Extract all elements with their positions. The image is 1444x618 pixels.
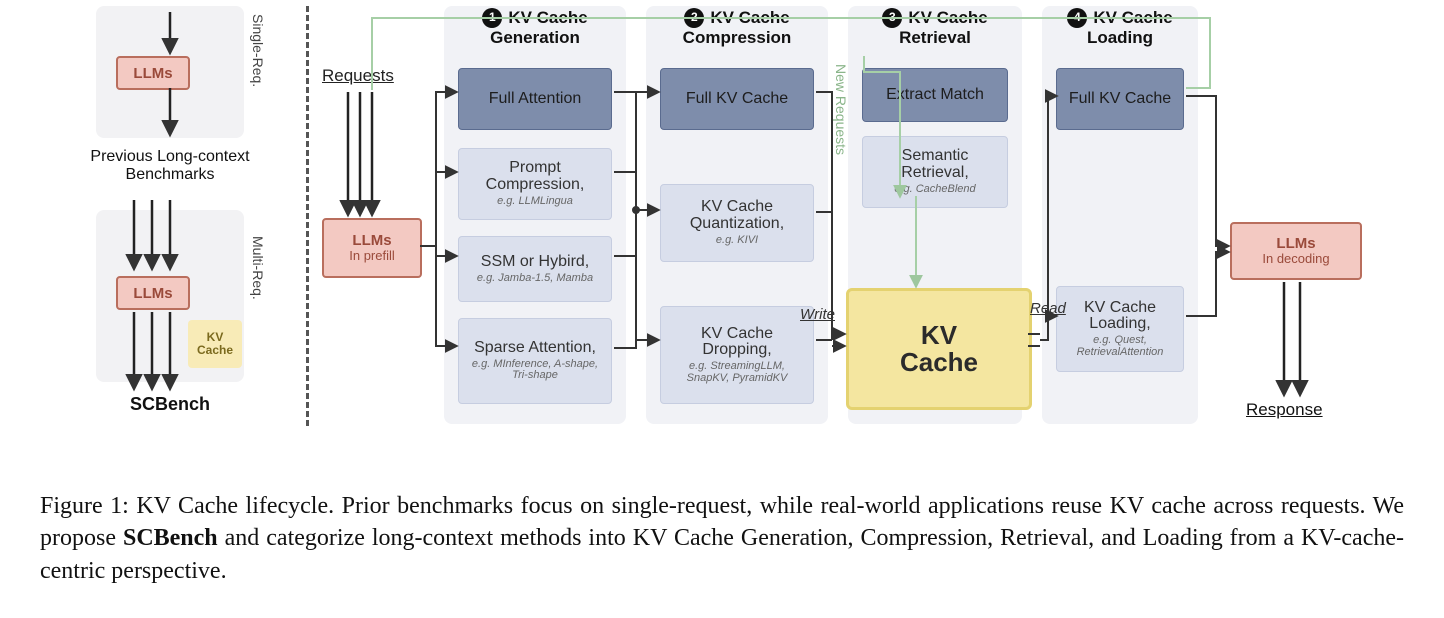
kvcache-line1: KV <box>900 322 978 349</box>
method-box: Semantic Retrieval, e.g. CacheBlend <box>862 136 1008 208</box>
method-box: Extract Match <box>862 68 1008 122</box>
stage4-header: 4KV Cache Loading <box>1042 8 1198 48</box>
label-scbench: SCBench <box>78 394 262 415</box>
llms-in-decoding-box: LLMs In decoding <box>1230 222 1362 280</box>
stage-kv-compression: 2KV Cache Compression Full KV Cache KV Ca… <box>646 6 828 424</box>
stage1-number: 1 <box>482 8 502 28</box>
method-box: KV Cache Loading,e.g. Quest, RetrievalAt… <box>1056 286 1184 372</box>
label-requests: Requests <box>322 66 394 86</box>
prefill-line2: In prefill <box>349 249 395 263</box>
method-box: Full Attention <box>458 68 612 130</box>
llms-box-single: LLMs <box>116 56 190 90</box>
llms-label: LLMs <box>133 285 172 302</box>
panel-single-request: LLMs <box>96 6 244 138</box>
method-box: Prompt Compression, e.g. LLMLingua <box>458 148 612 220</box>
stage2-header: 2KV Cache Compression <box>646 8 828 48</box>
label-multi-req: Multi-Req. <box>250 236 266 300</box>
vertical-divider <box>306 6 309 426</box>
method-subtitle: e.g. MInference, A-shape, Tri-shape <box>465 359 605 382</box>
caption-suffix: and categorize long-context methods into… <box>40 525 1404 583</box>
label-single-req: Single-Req. <box>250 14 266 87</box>
stage1-title: KV Cache Generation <box>490 8 588 47</box>
stage3-number: 3 <box>882 8 902 28</box>
kv-cache-mini-label: KV Cache <box>188 331 242 356</box>
stage3-title: KV Cache Retrieval <box>899 8 988 47</box>
method-box: SSM or Hybird, e.g. Jamba-1.5, Mamba <box>458 236 612 302</box>
kvcache-line2: Cache <box>900 349 978 376</box>
label-write: Write <box>800 306 835 323</box>
stage-kv-loading: 4KV Cache Loading Full KV Cache KV Cache … <box>1042 6 1198 424</box>
llms-label: LLMs <box>133 65 172 82</box>
method-subtitle: e.g. LLMLingua <box>497 196 573 208</box>
method-title: Prompt Compression, <box>465 160 605 194</box>
method-title: KV Cache Loading, <box>1063 300 1177 334</box>
kv-cache-store: KV Cache <box>846 288 1032 410</box>
stage4-number: 4 <box>1067 8 1087 28</box>
kv-cache-mini: KV Cache <box>188 320 242 368</box>
llms-box-multi: LLMs <box>116 276 190 310</box>
panel-multi-request: LLMs KV Cache <box>96 210 244 382</box>
label-read: Read <box>1030 300 1066 317</box>
label-new-requests: New Requests <box>833 64 849 155</box>
method-title: KV Cache Dropping, <box>667 326 807 360</box>
method-subtitle: e.g. Quest, RetrievalAttention <box>1063 335 1177 358</box>
method-title: Sparse Attention, <box>474 340 596 357</box>
method-subtitle: e.g. Jamba-1.5, Mamba <box>477 273 593 285</box>
method-title: Full KV Cache <box>1069 91 1171 108</box>
method-box: KV Cache Dropping,e.g. StreamingLLM, Sna… <box>660 306 814 404</box>
method-title: Full KV Cache <box>686 91 788 108</box>
kv-cache-lifecycle-diagram: LLMs Single-Req. Previous Long-context B… <box>40 0 1404 480</box>
method-subtitle: e.g. CacheBlend <box>894 184 975 196</box>
stage2-number: 2 <box>684 8 704 28</box>
prefill-line1: LLMs <box>349 233 395 250</box>
method-box: Full KV Cache <box>1056 68 1184 130</box>
caption-bold: SCBench <box>123 525 218 551</box>
method-subtitle: e.g. KIVI <box>716 235 758 247</box>
label-prev-benchmarks: Previous Long-context Benchmarks <box>78 148 262 184</box>
method-title: SSM or Hybird, <box>481 254 589 271</box>
llms-in-prefill-box: LLMs In prefill <box>322 218 422 278</box>
decoding-line1: LLMs <box>1262 236 1329 253</box>
method-title: Semantic Retrieval, <box>869 148 1001 182</box>
method-subtitle: e.g. StreamingLLM, SnapKV, PyramidKV <box>667 361 807 384</box>
method-title: Extract Match <box>886 87 984 104</box>
stage4-title: KV Cache Loading <box>1087 8 1173 47</box>
method-box: KV Cache Quantization, e.g. KIVI <box>660 184 814 262</box>
stage3-header: 3KV Cache Retrieval <box>848 8 1022 48</box>
stage-kv-generation: 1KV Cache Generation Full Attention Promp… <box>444 6 626 424</box>
method-box: Full KV Cache <box>660 68 814 130</box>
method-box: Sparse Attention, e.g. MInference, A-shap… <box>458 318 612 404</box>
label-response: Response <box>1246 400 1323 420</box>
decoding-line2: In decoding <box>1262 252 1329 266</box>
stage1-header: 1KV Cache Generation <box>444 8 626 48</box>
method-title: Full Attention <box>489 91 582 108</box>
method-title: KV Cache Quantization, <box>667 199 807 233</box>
figure-caption: Figure 1: KV Cache lifecycle. Prior benc… <box>40 490 1404 587</box>
